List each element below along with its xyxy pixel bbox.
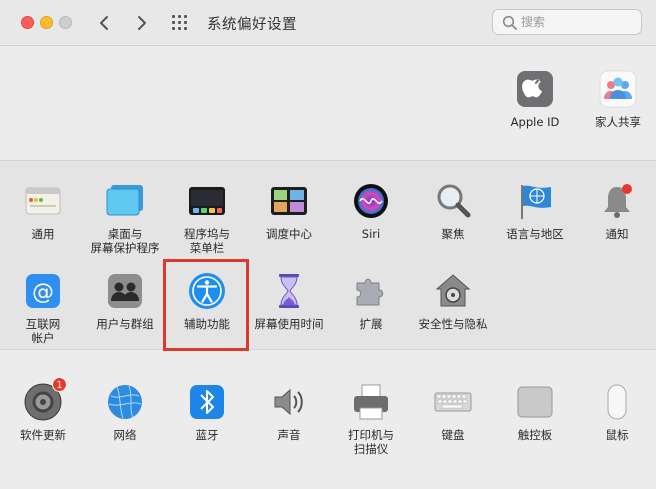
pref-apple-id[interactable]: Apple ID [494,69,576,129]
close-window-button[interactable] [21,16,34,29]
pref-bluetooth[interactable]: 蓝牙 [166,382,248,442]
pref-dock-menubar[interactable]: 程序坞与 菜单栏 [166,181,248,255]
pref-siri[interactable]: Siri [330,181,412,241]
dock-icon [187,181,227,221]
desktop-label-1: 桌面与 [107,227,143,241]
mission-control-label: 调度中心 [266,227,312,241]
language-region-icon [515,181,555,221]
pref-screen-time[interactable]: 屏幕使用时间 [248,271,330,331]
printers-label-1: 打印机与 [348,428,394,442]
pref-keyboard[interactable]: 键盘 [412,382,494,442]
pref-notifications[interactable]: 通知 [576,181,656,241]
pref-mouse[interactable]: 鼠标 [576,382,656,442]
pref-software-update[interactable]: 1 软件更新 [2,377,84,442]
svg-text:@: @ [32,280,54,305]
search-input[interactable] [521,13,631,31]
keyboard-label: 键盘 [441,428,465,442]
back-button[interactable] [94,12,116,34]
bluetooth-icon [187,382,227,422]
sound-label: 声音 [277,428,301,442]
house-lock-icon [433,271,473,311]
trackpad-icon [515,382,555,422]
family-sharing-icon [598,69,638,109]
pref-family-sharing[interactable]: 家人共享 [577,69,656,129]
forward-button[interactable] [130,12,152,34]
dock-label-2: 菜单栏 [189,241,225,255]
spotlight-label: 聚焦 [441,227,465,241]
pref-extensions[interactable]: 扩展 [330,271,412,331]
notifications-label: 通知 [605,227,629,241]
siri-icon [351,181,391,221]
pref-general[interactable]: 通用 [2,181,84,241]
pref-trackpad[interactable]: 触控板 [494,382,576,442]
pref-users-groups[interactable]: 用户与群组 [84,271,166,331]
account-section: Apple ID 家人共享 [0,47,656,159]
network-label: 网络 [113,428,137,442]
zoom-window-button[interactable] [59,16,72,29]
printer-icon [351,382,391,422]
internet-accounts-label-2: 帐户 [31,331,55,345]
keyboard-icon [433,382,473,422]
chevron-right-icon [138,16,146,30]
show-all-grid-button[interactable] [172,15,190,31]
mouse-icon [597,382,637,422]
at-sign-icon: @ [23,271,63,311]
software-update-label: 软件更新 [20,428,66,442]
mission-control-icon [269,181,309,221]
general-label: 通用 [31,227,55,241]
trackpad-label: 触控板 [517,428,553,442]
search-field[interactable] [492,9,642,35]
language-region-label: 语言与地区 [506,227,564,241]
window-title: 系统偏好设置 [207,17,297,33]
puzzle-piece-icon [351,271,391,311]
personal-section: 通用 桌面与 屏幕保护程序 程序坞与 菜单栏 调度中心 Siri 聚焦 语言与地… [0,160,656,350]
hourglass-icon [269,271,309,311]
pref-sound[interactable]: 声音 [248,382,330,442]
dock-label-1: 程序坞与 [184,227,230,241]
notifications-icon [597,181,637,221]
chevron-left-icon [100,16,108,30]
accessibility-highlight-box [163,259,249,351]
internet-accounts-label-1: 互联网 [25,317,61,331]
bluetooth-label: 蓝牙 [195,428,219,442]
hardware-section: 1 软件更新 网络 蓝牙 声音 打印机与 扫描仪 键盘 触控板 鼠标 [0,351,656,489]
speaker-icon [269,382,309,422]
pref-spotlight[interactable]: 聚焦 [412,181,494,241]
pref-internet-accounts[interactable]: @ 互联网 帐户 [2,271,84,345]
search-icon [502,15,517,30]
pref-desktop-screensaver[interactable]: 桌面与 屏幕保护程序 [84,181,166,255]
desktop-label-2: 屏幕保护程序 [90,241,160,255]
pref-security-privacy[interactable]: 安全性与隐私 [412,271,494,331]
title-bar: 系统偏好设置 [0,0,656,46]
spotlight-icon [433,181,473,221]
apple-id-icon [515,69,555,109]
family-sharing-label: 家人共享 [595,115,641,129]
extensions-label: 扩展 [359,317,383,331]
apple-id-label: Apple ID [510,115,560,129]
users-groups-label: 用户与群组 [96,317,154,331]
pref-printers-scanners[interactable]: 打印机与 扫描仪 [330,382,412,456]
printers-label-2: 扫描仪 [353,442,389,456]
screen-time-label: 屏幕使用时间 [254,317,324,331]
pref-mission-control[interactable]: 调度中心 [248,181,330,241]
software-update-icon: 1 [23,377,67,422]
users-groups-icon [105,271,145,311]
general-icon [23,181,63,221]
minimize-window-button[interactable] [40,16,53,29]
pref-language-region[interactable]: 语言与地区 [494,181,576,241]
update-count-badge: 1 [52,377,67,392]
security-privacy-label: 安全性与隐私 [418,317,488,331]
pref-network[interactable]: 网络 [84,382,166,442]
mouse-label: 鼠标 [605,428,629,442]
desktop-screensaver-icon [105,181,145,221]
siri-label: Siri [361,227,381,241]
network-globe-icon [105,382,145,422]
